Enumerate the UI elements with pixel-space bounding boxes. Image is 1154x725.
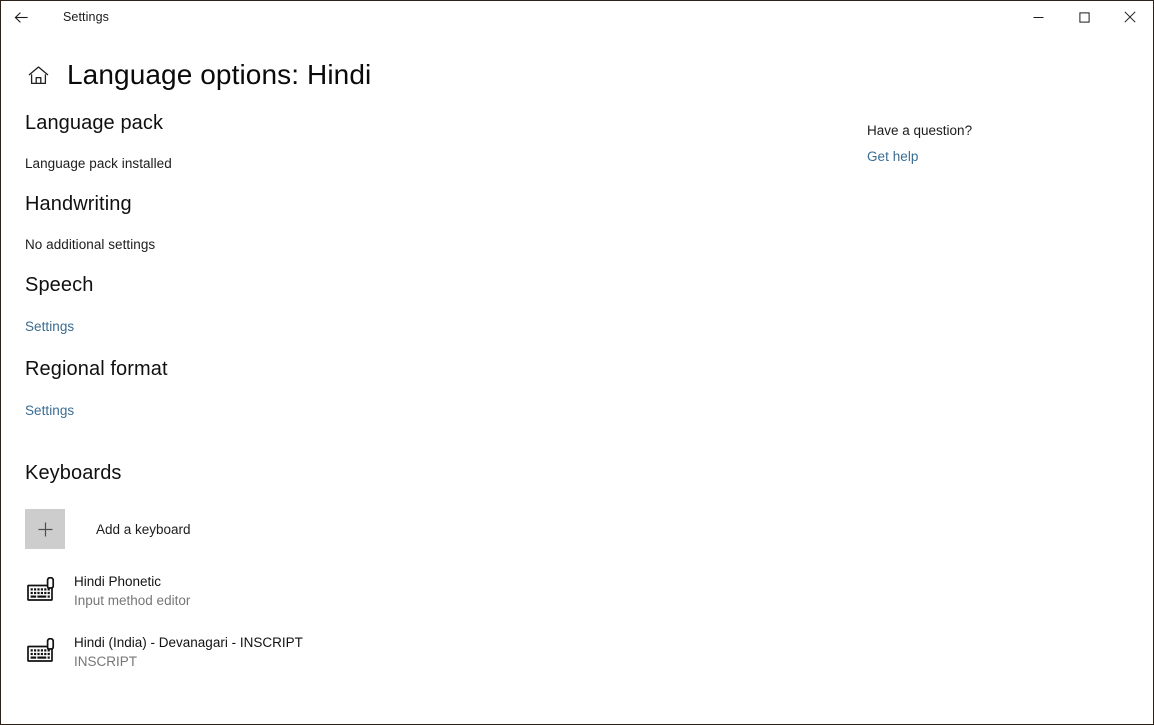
window-controls bbox=[1015, 1, 1153, 33]
speech-settings-link[interactable]: Settings bbox=[25, 319, 74, 334]
plus-icon bbox=[37, 521, 54, 538]
handwriting-heading: Handwriting bbox=[25, 193, 132, 215]
main-content: Language pack Language pack installed Ha… bbox=[1, 95, 861, 724]
language-pack-heading: Language pack bbox=[25, 112, 164, 134]
settings-window: Settings Language options: Hindi Languag… bbox=[0, 0, 1154, 725]
list-item-subtitle: Input method editor bbox=[74, 593, 191, 608]
list-item-title: Hindi Phonetic bbox=[74, 574, 162, 589]
language-pack-status: Language pack installed bbox=[25, 156, 172, 171]
list-item[interactable]: Hindi (India) - Devanagari - INSCRIPT IN… bbox=[25, 628, 861, 676]
help-heading: Have a question? bbox=[867, 123, 973, 138]
keyboards-heading: Keyboards bbox=[25, 462, 122, 484]
close-button[interactable] bbox=[1107, 1, 1153, 33]
keyboard-list: Hindi Phonetic Input method editor Hindi… bbox=[25, 567, 861, 676]
maximize-button[interactable] bbox=[1061, 1, 1107, 33]
handwriting-status: No additional settings bbox=[25, 237, 156, 252]
page-title: Language options: Hindi bbox=[67, 59, 372, 90]
list-item-texts: Hindi Phonetic Input method editor bbox=[74, 572, 190, 610]
home-icon[interactable] bbox=[25, 62, 51, 88]
speech-heading: Speech bbox=[25, 274, 94, 296]
titlebar: Settings bbox=[1, 1, 1153, 33]
list-item-subtitle: INSCRIPT bbox=[74, 654, 138, 669]
app-title: Settings bbox=[63, 10, 109, 24]
add-keyboard-row[interactable]: Add a keyboard bbox=[25, 509, 861, 549]
page-header: Language options: Hindi bbox=[1, 55, 1153, 95]
keyboard-icon bbox=[26, 636, 62, 668]
back-button[interactable] bbox=[1, 1, 41, 33]
add-keyboard-button[interactable] bbox=[25, 509, 65, 549]
back-arrow-icon bbox=[13, 9, 30, 26]
keyboard-icon bbox=[26, 575, 62, 607]
regional-format-settings-link[interactable]: Settings bbox=[25, 403, 74, 418]
body-area: Language pack Language pack installed Ha… bbox=[1, 95, 1153, 724]
list-item[interactable]: Hindi Phonetic Input method editor bbox=[25, 567, 861, 615]
help-panel: Have a question? Get help bbox=[861, 95, 973, 724]
get-help-link[interactable]: Get help bbox=[867, 149, 918, 164]
list-item-title: Hindi (India) - Devanagari - INSCRIPT bbox=[74, 635, 303, 650]
add-keyboard-label: Add a keyboard bbox=[96, 521, 191, 537]
list-item-texts: Hindi (India) - Devanagari - INSCRIPT IN… bbox=[74, 633, 303, 671]
regional-format-heading: Regional format bbox=[25, 358, 168, 380]
minimize-button[interactable] bbox=[1015, 1, 1061, 33]
